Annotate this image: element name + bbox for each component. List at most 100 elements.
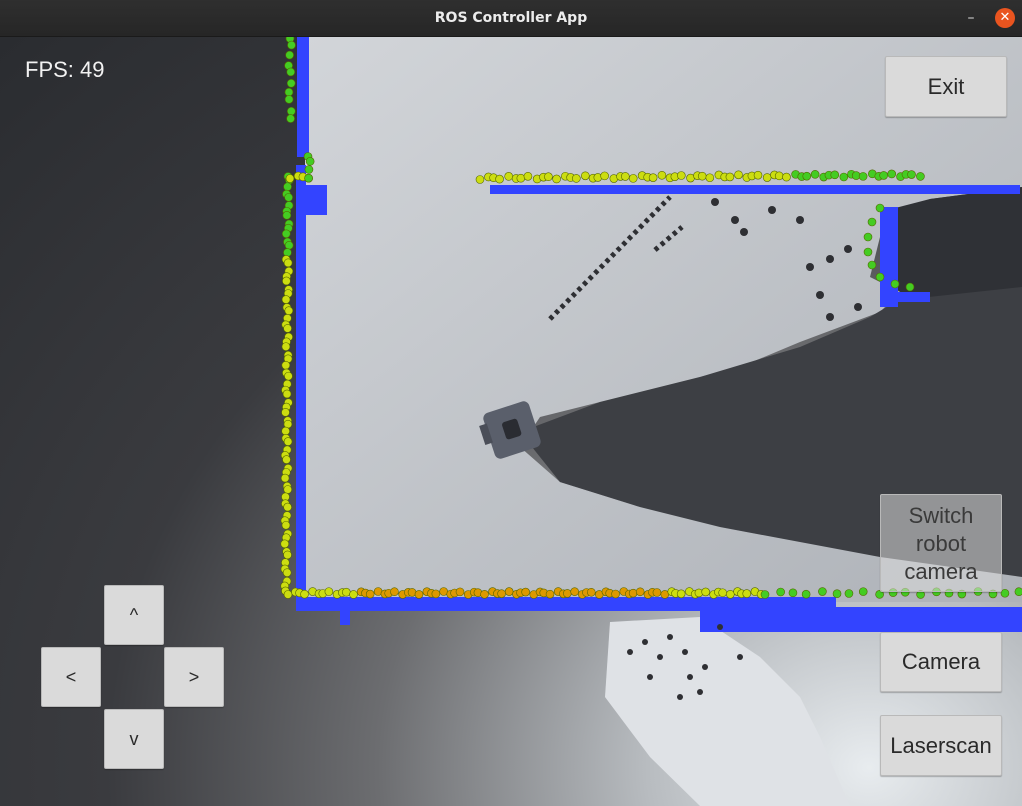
- laser-point: [742, 589, 752, 598]
- laser-point: [858, 172, 868, 181]
- laser-point: [635, 587, 645, 597]
- laser-point: [349, 590, 358, 599]
- laser-point: [863, 247, 873, 257]
- laser-point: [284, 87, 294, 97]
- laser-point: [504, 587, 514, 596]
- laser-point: [774, 171, 784, 181]
- fps-counter: FPS: 49: [25, 57, 105, 82]
- laser-point: [304, 173, 313, 183]
- laser-point: [905, 282, 915, 292]
- laser-point: [586, 587, 596, 597]
- laser-point: [281, 360, 291, 370]
- laser-point: [304, 165, 314, 174]
- laser-point: [839, 172, 849, 182]
- laser-point: [480, 590, 489, 599]
- close-icon[interactable]: ✕: [995, 8, 1015, 28]
- laser-point: [907, 170, 916, 179]
- laser-point: [283, 485, 293, 494]
- laser-point: [285, 50, 294, 60]
- laser-point: [282, 568, 292, 577]
- laser-point: [762, 173, 772, 182]
- laser-point: [734, 170, 743, 180]
- laser-point: [365, 589, 375, 599]
- move-up-button[interactable]: ^: [104, 585, 164, 645]
- laser-point: [284, 306, 294, 316]
- laser-point: [858, 587, 868, 596]
- laser-point: [581, 171, 590, 181]
- laser-point: [497, 589, 506, 598]
- laser-point: [282, 211, 292, 220]
- title-bar: ROS Controller App – ✕: [0, 0, 1022, 37]
- laser-point: [286, 78, 296, 88]
- app-window: ROS Controller App – ✕ FPS: 49 Exit Swit…: [0, 0, 1022, 806]
- laser-point: [677, 171, 686, 180]
- laser-point: [284, 95, 294, 104]
- laser-point: [802, 171, 812, 181]
- laser-point: [718, 588, 727, 598]
- laser-point: [281, 342, 291, 351]
- laser-point: [810, 170, 820, 179]
- laser-point: [281, 229, 291, 239]
- laser-point: [652, 588, 662, 597]
- laser-point: [523, 171, 533, 181]
- switch-label-line1: Switch: [908, 503, 974, 528]
- laser-point: [324, 587, 334, 596]
- laser-point: [281, 426, 290, 436]
- switch-robot-camera-button[interactable]: Switch robot camera: [880, 494, 1002, 592]
- laser-point: [832, 589, 842, 599]
- laser-point: [648, 173, 658, 182]
- laser-point: [284, 241, 294, 250]
- move-left-button[interactable]: <: [41, 647, 101, 707]
- laser-point: [753, 170, 763, 180]
- laser-point: [283, 182, 292, 192]
- laserscan-button[interactable]: Laserscan: [880, 715, 1002, 776]
- minimize-icon[interactable]: –: [962, 8, 980, 28]
- laser-point: [887, 169, 897, 179]
- laser-point: [414, 590, 424, 599]
- laser-point: [283, 437, 293, 446]
- laser-point: [283, 248, 292, 257]
- laser-point: [697, 171, 707, 181]
- exit-button[interactable]: Exit: [885, 56, 1007, 117]
- laser-point: [521, 587, 530, 597]
- laser-point: [572, 174, 581, 183]
- laser-point: [282, 276, 291, 286]
- laser-point: [281, 520, 291, 530]
- laser-point: [282, 389, 292, 399]
- laser-point: [283, 502, 292, 512]
- laser-point: [725, 172, 735, 182]
- move-down-button[interactable]: v: [104, 709, 164, 769]
- laser-point: [726, 589, 735, 599]
- window-title: ROS Controller App: [434, 10, 588, 26]
- laser-point: [830, 170, 840, 180]
- laser-point: [705, 173, 715, 183]
- laser-point: [504, 172, 513, 181]
- laser-point: [283, 258, 293, 268]
- laser-point: [545, 589, 555, 599]
- laser-point: [621, 172, 630, 181]
- laser-point: [628, 588, 638, 598]
- laser-point: [281, 408, 290, 417]
- map-lower-area: [605, 617, 850, 806]
- laser-point: [628, 174, 638, 183]
- laser-point: [286, 67, 296, 77]
- laser-point: [390, 587, 399, 597]
- move-right-button[interactable]: >: [164, 647, 224, 707]
- laser-point: [284, 371, 293, 381]
- laser-point: [782, 172, 791, 182]
- laser-point: [495, 174, 504, 184]
- occupancy-map: [280, 37, 1022, 806]
- camera-button[interactable]: Camera: [880, 632, 1002, 692]
- robot-map-view[interactable]: FPS: 49 Exit Switch robot camera Camera …: [0, 37, 1022, 806]
- switch-label-line3: camera: [904, 559, 978, 584]
- laser-point: [287, 40, 296, 50]
- laser-point: [283, 324, 292, 333]
- laser-point: [788, 588, 798, 598]
- laser-point: [284, 193, 293, 202]
- laser-point: [342, 587, 351, 597]
- laser-point: [516, 173, 526, 183]
- laser-point: [657, 170, 667, 180]
- laser-point: [280, 539, 290, 549]
- laser-point: [863, 232, 873, 242]
- laser-point: [867, 260, 877, 270]
